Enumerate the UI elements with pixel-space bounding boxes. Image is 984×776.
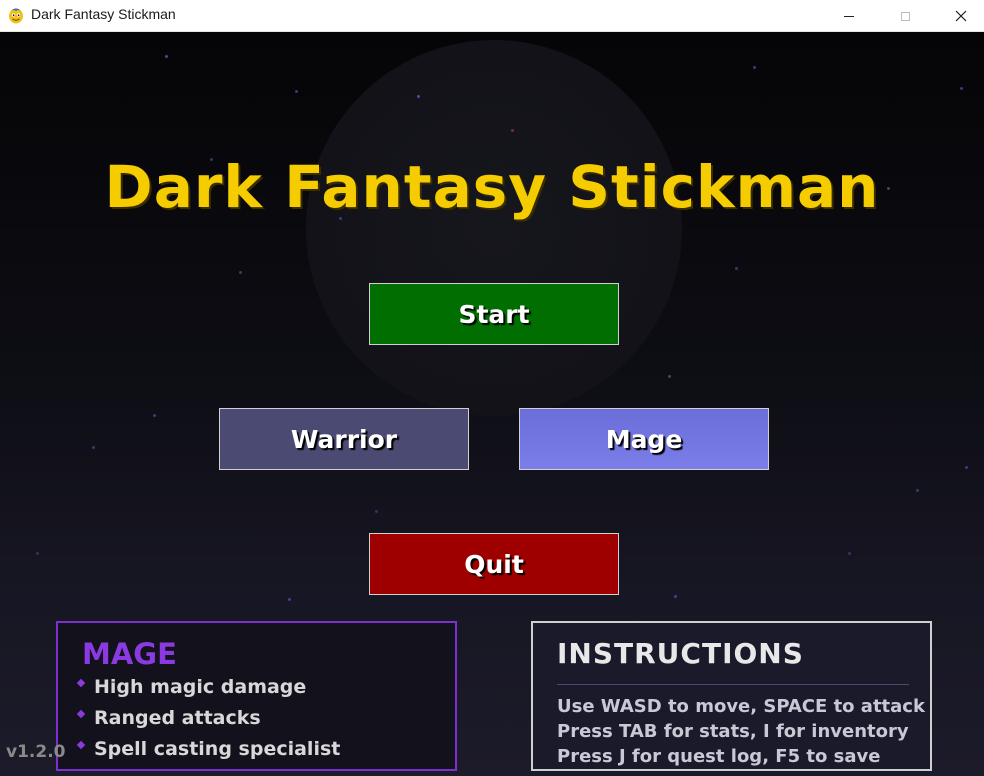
- instruction-line: Press TAB for stats, I for inventory: [557, 721, 909, 742]
- instructions-divider: [557, 684, 909, 685]
- diamond-bullet-icon: [76, 709, 86, 718]
- quit-button[interactable]: Quit: [369, 533, 619, 595]
- warrior-button[interactable]: Warrior: [219, 408, 469, 470]
- title-bar[interactable]: Dark Fantasy Stickman: [0, 0, 984, 32]
- class-trait: High magic damage: [76, 675, 307, 699]
- maximize-icon: [900, 11, 910, 21]
- class-title: MAGE: [82, 637, 177, 671]
- minimize-button[interactable]: [822, 0, 876, 32]
- maximize-button[interactable]: [878, 0, 932, 32]
- minimize-icon: [844, 15, 854, 17]
- star: [916, 489, 919, 492]
- diamond-bullet-icon: [76, 740, 86, 749]
- start-button[interactable]: Start: [369, 283, 619, 345]
- star: [965, 466, 968, 469]
- star: [375, 510, 378, 513]
- star: [295, 90, 298, 93]
- game-canvas[interactable]: Dark Fantasy Stickman Start Warrior Mage…: [0, 32, 984, 776]
- background-moon: [306, 40, 682, 416]
- window-title: Dark Fantasy Stickman: [31, 6, 176, 22]
- star: [417, 95, 420, 98]
- close-button[interactable]: [934, 0, 984, 32]
- instruction-line: Press J for quest log, F5 to save: [557, 746, 881, 767]
- class-trait: Spell casting specialist: [76, 737, 341, 761]
- pygame-snake-icon: [9, 8, 23, 24]
- star: [960, 87, 963, 90]
- class-trait: Ranged attacks: [76, 706, 261, 730]
- class-trait-text: High magic damage: [94, 676, 307, 698]
- class-trait-text: Spell casting specialist: [94, 738, 341, 760]
- diamond-bullet-icon: [76, 678, 86, 687]
- star: [92, 446, 95, 449]
- star: [153, 414, 156, 417]
- game-title: Dark Fantasy Stickman: [104, 153, 880, 221]
- close-icon: [955, 10, 967, 22]
- instructions-panel: INSTRUCTIONS Use WASD to move, SPACE to …: [531, 621, 932, 771]
- star: [36, 552, 39, 555]
- star: [288, 598, 291, 601]
- instruction-line: Use WASD to move, SPACE to attack: [557, 696, 925, 717]
- class-trait-text: Ranged attacks: [94, 707, 261, 729]
- star: [848, 552, 851, 555]
- star: [239, 271, 242, 274]
- star: [668, 375, 671, 378]
- class-info-panel: MAGE High magic damage Ranged attacks Sp…: [56, 621, 457, 771]
- instructions-title: INSTRUCTIONS: [557, 637, 804, 670]
- star: [165, 55, 168, 58]
- star: [674, 595, 677, 598]
- star: [735, 267, 738, 270]
- version-label: v1.2.0: [6, 742, 66, 762]
- star: [753, 66, 756, 69]
- star: [511, 129, 514, 132]
- app-window: Dark Fantasy Stickman Dark Fantasy Stick…: [0, 0, 984, 776]
- mage-button[interactable]: Mage: [519, 408, 769, 470]
